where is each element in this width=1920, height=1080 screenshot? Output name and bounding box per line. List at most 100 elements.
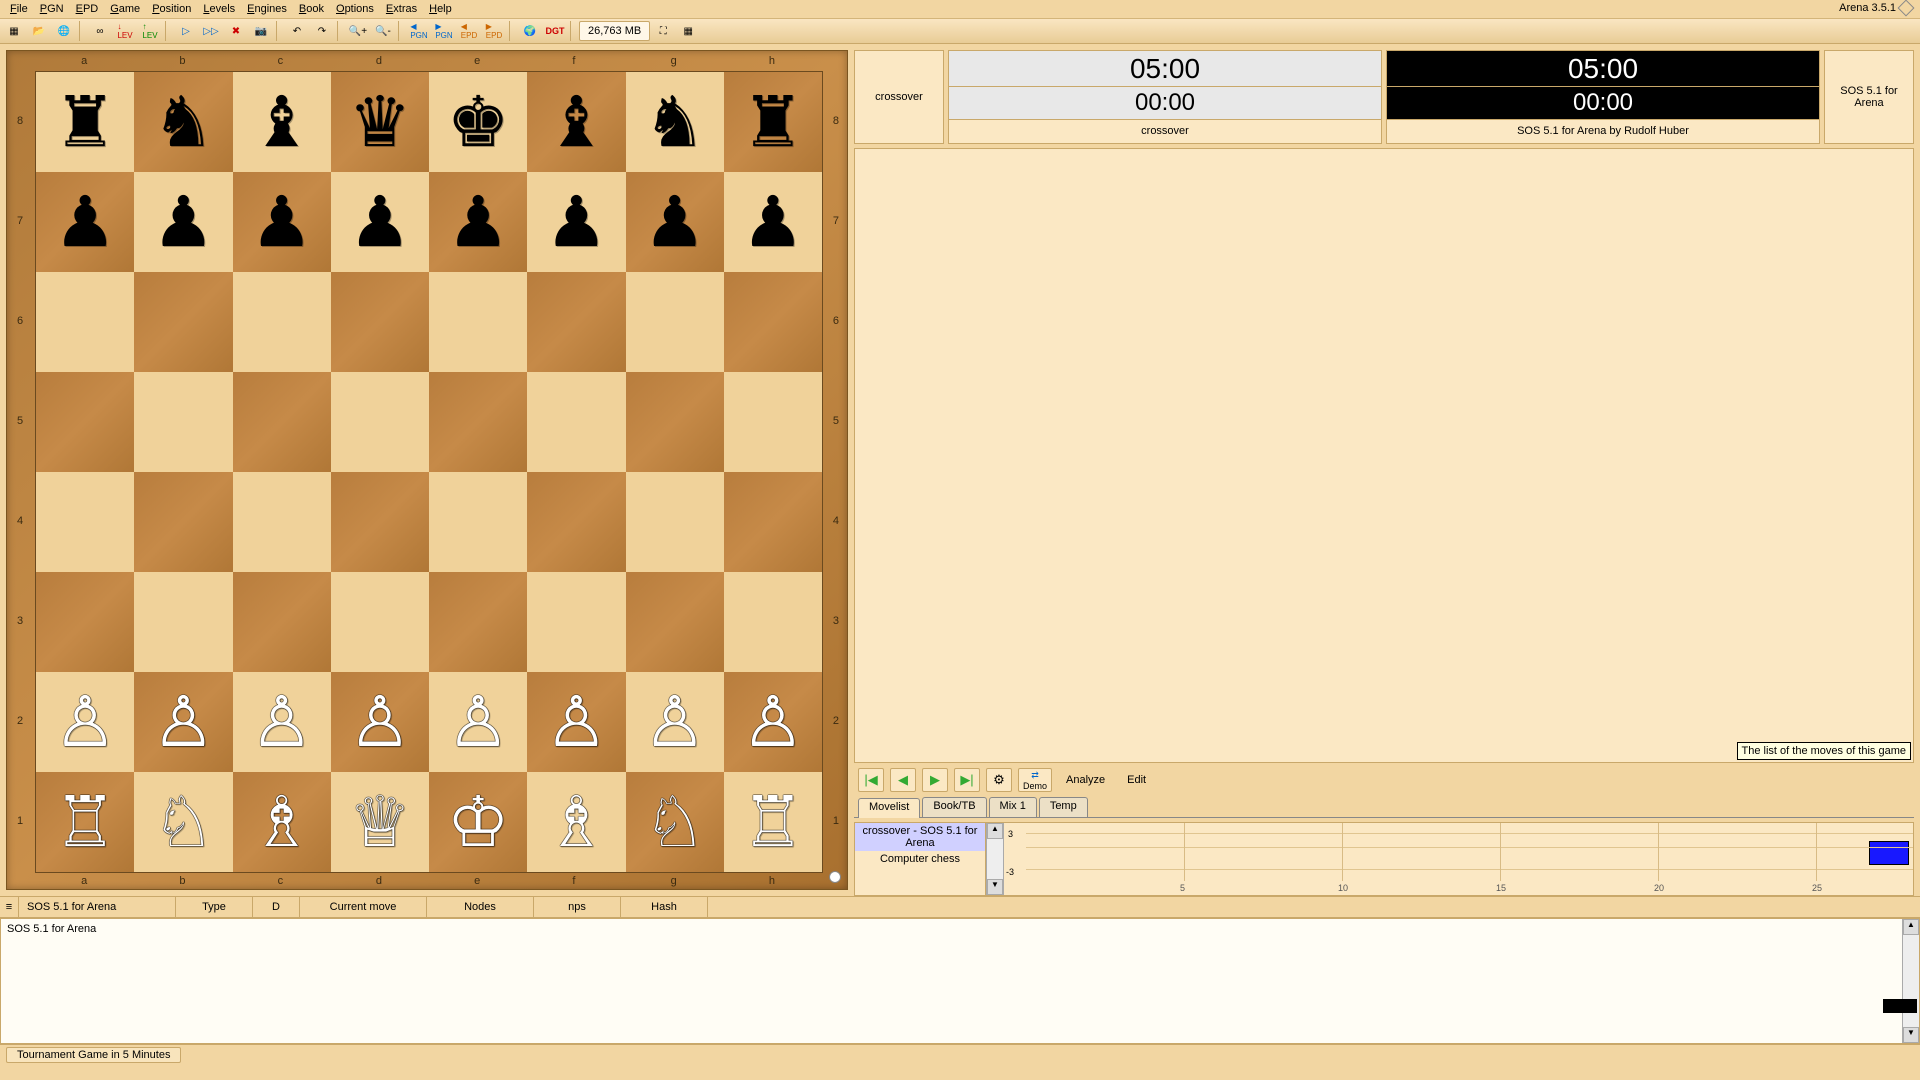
square-g5[interactable] [626,372,724,472]
game-list[interactable]: crossover - SOS 5.1 for Arena Computer c… [855,823,986,895]
square-f2[interactable]: ♙ [527,672,625,772]
square-h8[interactable]: ♜ [724,72,822,172]
scroll-up-icon[interactable]: ▲ [987,823,1003,839]
piece-p[interactable]: ♟ [643,187,706,257]
piece-r[interactable]: ♜ [54,87,117,157]
piece-B[interactable]: ♗ [250,787,313,857]
nav-first-icon[interactable]: |◀ [858,768,884,792]
square-c3[interactable] [233,572,331,672]
square-g7[interactable]: ♟ [626,172,724,272]
menu-game[interactable]: Game [104,2,146,16]
tb-epd-prev-icon[interactable]: ◀EPD [457,20,481,42]
square-d2[interactable]: ♙ [331,672,429,772]
square-d7[interactable]: ♟ [331,172,429,272]
square-d1[interactable]: ♕ [331,772,429,872]
piece-R[interactable]: ♖ [741,787,804,857]
square-g2[interactable]: ♙ [626,672,724,772]
square-g3[interactable] [626,572,724,672]
tb-epd-next-icon[interactable]: ▶EPD [482,20,506,42]
square-h4[interactable] [724,472,822,572]
square-f4[interactable] [527,472,625,572]
piece-R[interactable]: ♖ [54,787,117,857]
square-b3[interactable] [134,572,232,672]
square-c6[interactable] [233,272,331,372]
nav-next-icon[interactable]: ▶ [922,768,948,792]
tb-redo-icon[interactable]: ↷ [310,20,334,42]
menu-pgn[interactable]: PGN [34,2,70,16]
square-e2[interactable]: ♙ [429,672,527,772]
game-list-item[interactable]: crossover - SOS 5.1 for Arena [855,823,985,851]
square-a4[interactable] [36,472,134,572]
tb-ff-icon[interactable]: ▷▷ [199,20,223,42]
square-e7[interactable]: ♟ [429,172,527,272]
piece-b[interactable]: ♝ [545,87,608,157]
piece-p[interactable]: ♟ [54,187,117,257]
menu-levels[interactable]: Levels [197,2,241,16]
square-g4[interactable] [626,472,724,572]
square-f8[interactable]: ♝ [527,72,625,172]
piece-b[interactable]: ♝ [250,87,313,157]
menu-extras[interactable]: Extras [380,2,423,16]
scroll-down-icon[interactable]: ▼ [1903,1027,1919,1043]
square-g6[interactable] [626,272,724,372]
piece-P[interactable]: ♙ [741,687,804,757]
square-d8[interactable]: ♛ [331,72,429,172]
piece-P[interactable]: ♙ [643,687,706,757]
square-c2[interactable]: ♙ [233,672,331,772]
pin-icon[interactable] [1898,0,1915,16]
square-e3[interactable] [429,572,527,672]
tb-dgt-icon[interactable]: DGT [543,20,567,42]
piece-k[interactable]: ♚ [447,87,510,157]
square-f6[interactable] [527,272,625,372]
piece-p[interactable]: ♟ [545,187,608,257]
piece-q[interactable]: ♛ [348,87,411,157]
piece-B[interactable]: ♗ [545,787,608,857]
piece-P[interactable]: ♙ [348,687,411,757]
square-h3[interactable] [724,572,822,672]
piece-P[interactable]: ♙ [447,687,510,757]
tb-grid-icon[interactable]: ▦ [676,20,700,42]
square-e5[interactable] [429,372,527,472]
square-a6[interactable] [36,272,134,372]
piece-N[interactable]: ♘ [152,787,215,857]
piece-n[interactable]: ♞ [152,87,215,157]
square-e8[interactable]: ♚ [429,72,527,172]
nav-prev-icon[interactable]: ◀ [890,768,916,792]
square-h1[interactable]: ♖ [724,772,822,872]
tb-zoom-in-icon[interactable]: 🔍+ [346,20,370,42]
square-c5[interactable] [233,372,331,472]
square-b1[interactable]: ♘ [134,772,232,872]
tb-zoom-out-icon[interactable]: 🔍- [371,20,395,42]
piece-Q[interactable]: ♕ [348,787,411,857]
piece-p[interactable]: ♟ [348,187,411,257]
square-c7[interactable]: ♟ [233,172,331,272]
square-a5[interactable] [36,372,134,472]
square-b4[interactable] [134,472,232,572]
square-b2[interactable]: ♙ [134,672,232,772]
demo-icon[interactable]: ⇄Demo [1018,768,1052,792]
piece-p[interactable]: ♟ [250,187,313,257]
square-h7[interactable]: ♟ [724,172,822,272]
piece-N[interactable]: ♘ [643,787,706,857]
piece-P[interactable]: ♙ [54,687,117,757]
piece-p[interactable]: ♟ [152,187,215,257]
tab-mix1[interactable]: Mix 1 [989,797,1037,817]
chess-board[interactable]: ♜♞♝♛♚♝♞♜♟♟♟♟♟♟♟♟♙♙♙♙♙♙♙♙♖♘♗♕♔♗♘♖ aabbccd… [6,50,848,890]
piece-P[interactable]: ♙ [545,687,608,757]
tb-play-icon[interactable]: ▷ [174,20,198,42]
tb-stop-icon[interactable]: ✖ [224,20,248,42]
square-f1[interactable]: ♗ [527,772,625,872]
square-c8[interactable]: ♝ [233,72,331,172]
scroll-up-icon[interactable]: ▲ [1903,919,1919,935]
tb-pgn-next-icon[interactable]: ▶PGN [432,20,456,42]
nav-gear-icon[interactable]: ⚙ [986,768,1012,792]
eval-graph[interactable]: 3-3510152025 [1004,823,1913,895]
square-a1[interactable]: ♖ [36,772,134,872]
piece-P[interactable]: ♙ [250,687,313,757]
piece-P[interactable]: ♙ [152,687,215,757]
square-h6[interactable] [724,272,822,372]
engine-output-scrollbar[interactable]: ▲ ▼ [1902,919,1919,1043]
menu-engines[interactable]: Engines [241,2,293,16]
tb-board-icon[interactable]: ▦ [2,20,26,42]
square-b5[interactable] [134,372,232,472]
